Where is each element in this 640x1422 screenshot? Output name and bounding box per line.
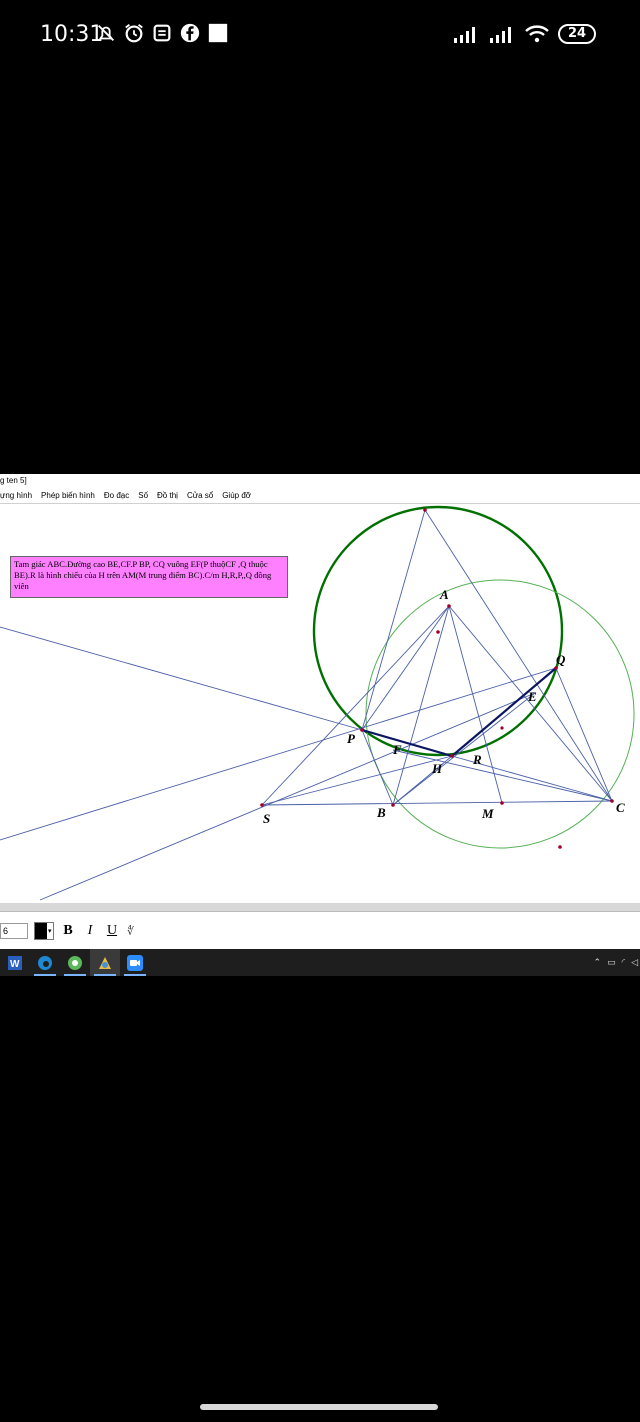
italic-button[interactable]: I (82, 923, 98, 939)
menu-measure[interactable]: Đo đạc (104, 491, 129, 500)
menu-bar: ựng hình Phép biến hình Đo đạc Số Đồ thị… (0, 488, 640, 504)
text-format-toolbar: 6 ▾ B I U ∜ (0, 911, 640, 949)
line-seg (261, 800, 613, 806)
menu-construct[interactable]: ựng hình (0, 491, 32, 500)
line-seg (555, 667, 613, 802)
status-right: 24 (452, 24, 596, 44)
wifi-icon (525, 25, 549, 43)
active-indicator (124, 974, 146, 976)
line-seg (392, 749, 613, 802)
label-b: B (376, 805, 386, 820)
point-b[interactable] (391, 803, 395, 807)
line-seg (392, 692, 536, 806)
segment-h-q (451, 667, 557, 757)
label-a: A (439, 587, 449, 602)
chevron-up-icon[interactable]: ⌃ (594, 958, 602, 968)
horizontal-scrollbar[interactable] (0, 903, 640, 911)
svg-text:∜: ∜ (127, 925, 135, 938)
menu-number[interactable]: Số (138, 491, 148, 500)
facebook-icon (180, 23, 200, 43)
alarm-off-icon (98, 25, 114, 41)
app-screenshot: g ten 5] ựng hình Phép biến hình Đo đạc … (0, 474, 640, 976)
menu-graph[interactable]: Đồ thị (157, 491, 178, 500)
sketchpad-icon[interactable] (90, 949, 120, 976)
status-icons (95, 22, 229, 44)
notes-icon (153, 24, 171, 42)
font-size-value: 6 (3, 925, 9, 936)
home-indicator[interactable] (200, 1404, 438, 1410)
clock: 10:31 (40, 22, 104, 47)
svg-text:W: W (10, 959, 20, 970)
point-p[interactable] (360, 728, 364, 732)
label-s: S (263, 811, 270, 826)
phone-status-bar: 10:31 24 (0, 0, 640, 72)
problem-note[interactable]: Tam giác ABC.Đường cao BE,CF.P BP, CQ vu… (10, 556, 288, 598)
label-q: Q (556, 652, 566, 667)
signal-icon (454, 27, 475, 43)
signal-icon (490, 27, 511, 43)
line-seg (361, 605, 450, 731)
point-h[interactable] (450, 754, 454, 758)
active-indicator (34, 974, 56, 976)
bold-button[interactable]: B (60, 923, 76, 939)
square-icon (208, 23, 228, 43)
line-seg (39, 692, 536, 901)
label-h: H (431, 761, 443, 776)
line-seg (448, 605, 503, 804)
battery-tray-icon[interactable]: ▭ (607, 958, 616, 968)
point-m[interactable] (500, 801, 504, 805)
symbol-palette-icon[interactable]: ∜ (126, 923, 142, 939)
label-r: R (472, 752, 482, 767)
alarm-clock-icon (125, 24, 143, 43)
label-p: P (347, 731, 356, 746)
menu-help[interactable]: Giúp đỡ (222, 491, 251, 500)
battery-icon: 24 (558, 24, 596, 44)
text-color-picker[interactable]: ▾ (34, 921, 54, 940)
menu-transform[interactable]: Phép biến hình (41, 491, 95, 500)
point-s[interactable] (260, 803, 264, 807)
point-top[interactable] (423, 508, 427, 512)
zoom-icon[interactable] (120, 949, 150, 976)
label-e: E (527, 689, 537, 704)
point-a[interactable] (447, 604, 451, 608)
chevron-down-icon: ▾ (48, 926, 52, 935)
windows-taskbar: W ⌃ ▭ ◜ ◁ (0, 949, 640, 976)
line-seg (361, 729, 394, 806)
wifi-tray-icon[interactable]: ◜ (622, 958, 626, 968)
label-c: C (616, 800, 625, 815)
point-c[interactable] (610, 799, 614, 803)
system-tray: ⌃ ▭ ◜ ◁ (594, 949, 640, 976)
highlight-lines (361, 667, 557, 758)
label-m: M (481, 806, 494, 821)
color-swatch (35, 922, 47, 939)
line-seg (0, 626, 363, 731)
volume-icon[interactable]: ◁ (631, 958, 638, 968)
edge-icon[interactable] (30, 949, 60, 976)
active-indicator (64, 974, 86, 976)
point-extra[interactable] (558, 845, 562, 849)
window-title: g ten 5] (0, 476, 27, 485)
line-seg (361, 509, 426, 731)
green-app-icon[interactable] (60, 949, 90, 976)
point-center[interactable] (500, 726, 504, 730)
underline-button[interactable]: U (104, 923, 120, 939)
problem-text: Tam giác ABC.Đường cao BE,CF.P BP, CQ vu… (14, 559, 272, 591)
menu-window[interactable]: Cửa sổ (187, 491, 213, 500)
label-f: F (392, 742, 402, 757)
point-o[interactable] (436, 630, 440, 634)
font-size-select[interactable]: 6 (0, 922, 28, 939)
word-icon[interactable]: W (0, 949, 30, 976)
active-indicator (94, 974, 116, 976)
